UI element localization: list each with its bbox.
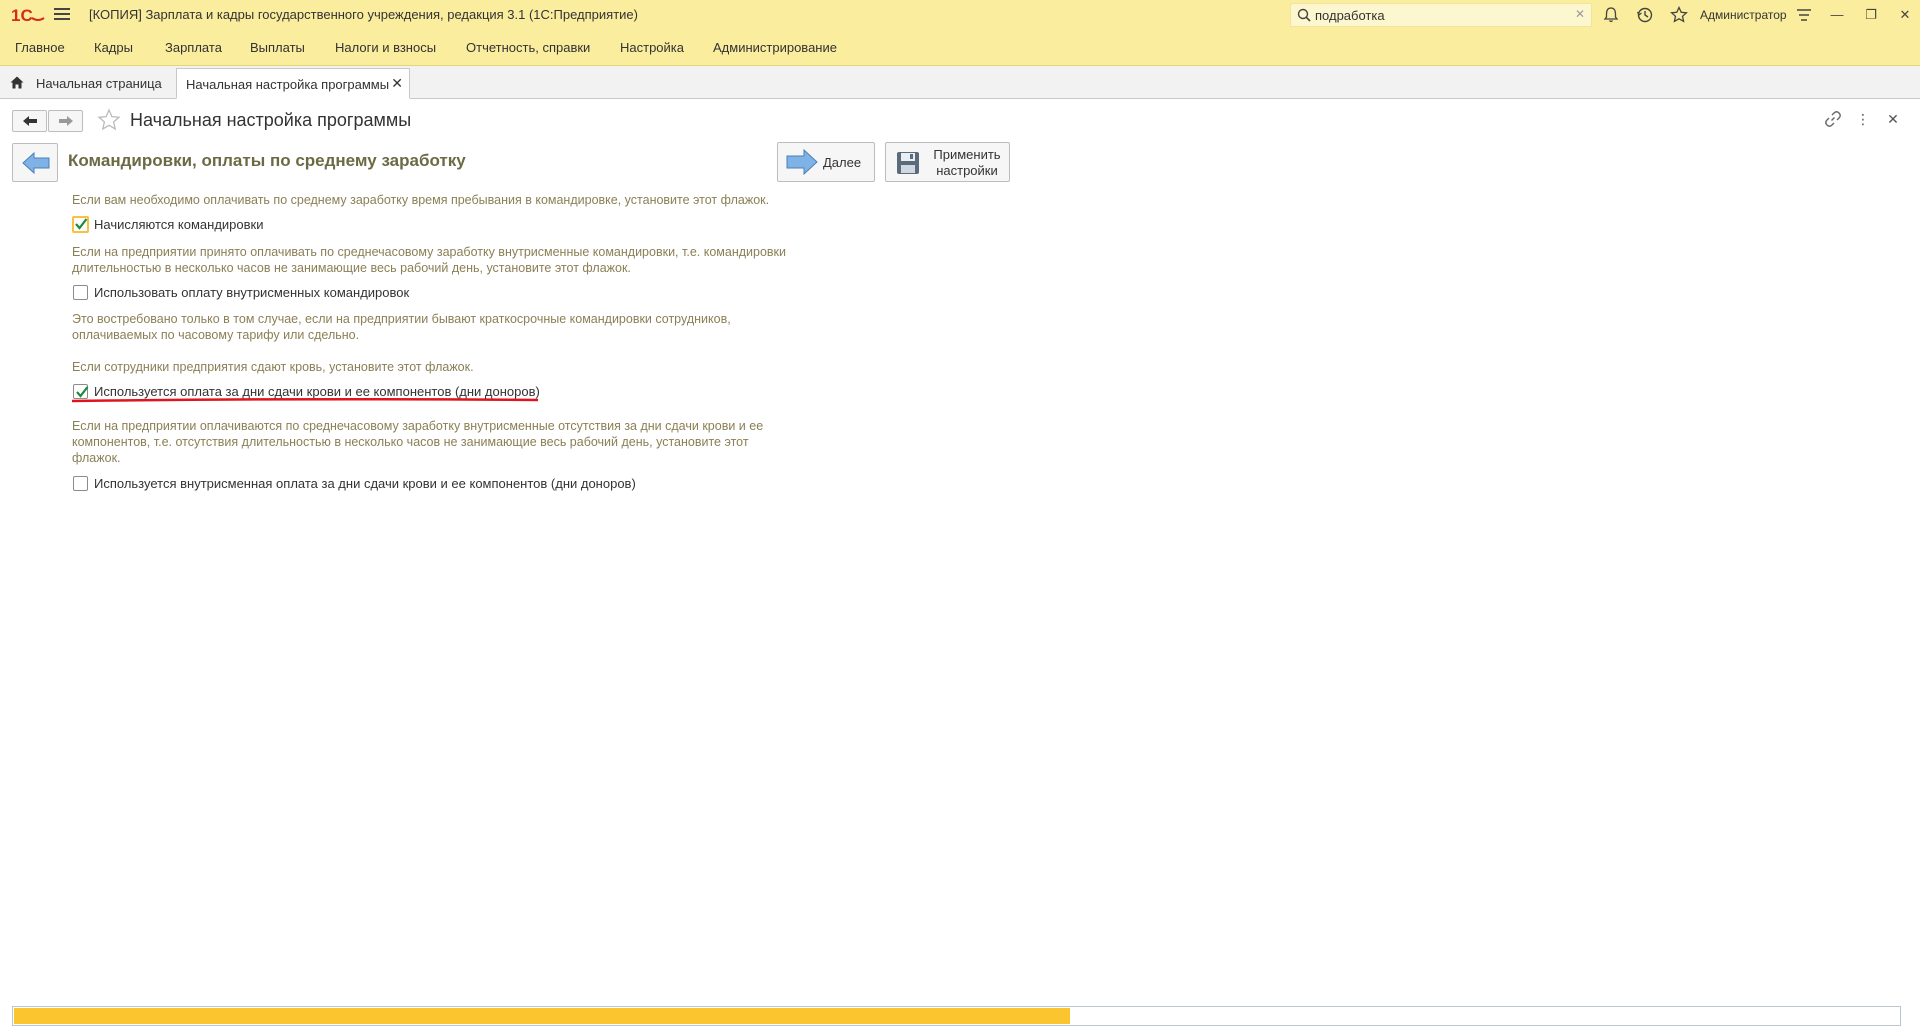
1c-logo-icon[interactable]: 1С — [11, 4, 45, 26]
previous-step-button[interactable] — [12, 143, 58, 182]
close-form-icon[interactable]: ✕ — [1884, 110, 1902, 128]
restore-icon[interactable]: ❐ — [1862, 6, 1880, 24]
checkbox-intrashift-donor-days[interactable] — [73, 476, 88, 491]
user-name[interactable]: Администратор — [1700, 8, 1787, 22]
tab-home[interactable]: Начальная страница — [0, 68, 172, 98]
apply-settings-label: Применить настройки — [933, 147, 1001, 178]
tab-initial-setup[interactable]: Начальная настройка программы ✕ — [176, 68, 410, 99]
app-title: [КОПИЯ] Зарплата и кадры государственног… — [89, 7, 638, 22]
menu-item-main[interactable]: Главное — [15, 40, 65, 55]
svg-text:1С: 1С — [11, 6, 33, 25]
hint-intrashift-donor-3: флажок. — [72, 451, 121, 465]
arrow-left-icon — [23, 116, 37, 126]
progress-bar — [12, 1006, 1901, 1026]
arrow-left-icon — [22, 152, 50, 174]
favorite-star-icon[interactable] — [97, 108, 121, 132]
link-icon[interactable] — [1824, 110, 1842, 128]
checkbox-business-trips[interactable] — [72, 216, 89, 233]
clear-icon[interactable]: ✕ — [1575, 7, 1585, 21]
apply-settings-button[interactable]: Применить настройки — [885, 142, 1010, 182]
history-icon[interactable] — [1636, 6, 1654, 24]
progress-fill — [14, 1008, 1070, 1024]
home-icon — [10, 76, 24, 89]
hint-intrashift-trips-1: Если на предприятии принято оплачивать п… — [72, 245, 786, 259]
menu-item-settings[interactable]: Настройка — [620, 40, 684, 55]
back-button[interactable] — [12, 110, 47, 132]
hint-intrashift-trips-2: длительностью в несколько часов не заним… — [72, 261, 631, 275]
minimize-icon[interactable]: — — [1828, 6, 1846, 24]
tab-initial-setup-label: Начальная настройка программы — [186, 77, 390, 92]
forward-button[interactable] — [48, 110, 83, 132]
hint-intrashift-donor-1: Если на предприятии оплачиваются по сред… — [72, 419, 764, 433]
checkbox-intrashift-trips-label[interactable]: Использовать оплату внутрисменных команд… — [94, 285, 409, 300]
page-title: Начальная настройка программы — [130, 110, 412, 130]
checkbox-intrashift-donor-days-label[interactable]: Используется внутрисменная оплата за дни… — [94, 476, 636, 491]
sections-menu: Главное Кадры Зарплата Выплаты Налоги и … — [0, 30, 1920, 66]
menu-item-taxes[interactable]: Налоги и взносы — [335, 40, 436, 55]
highlight-underline — [71, 397, 539, 403]
close-window-icon[interactable]: ✕ — [1896, 6, 1914, 24]
checkbox-business-trips-label[interactable]: Начисляются командировки — [94, 217, 264, 232]
hint-short-trips-2: оплачиваемых по часовому тарифу или сдел… — [72, 328, 360, 342]
title-bar: 1С [КОПИЯ] Зарплата и кадры государствен… — [0, 0, 1920, 30]
tab-home-label: Начальная страница — [36, 76, 162, 91]
more-actions-icon[interactable]: ⋮ — [1854, 110, 1872, 128]
menu-item-admin[interactable]: Администрирование — [713, 40, 837, 55]
arrow-right-icon — [59, 116, 73, 126]
search-input[interactable]: подработка ✕ — [1290, 3, 1592, 27]
menu-item-salary[interactable]: Зарплата — [165, 40, 222, 55]
checkmark-icon — [75, 218, 88, 230]
next-button[interactable]: Далее — [777, 142, 875, 182]
tab-bar: Начальная страница Начальная настройка п… — [0, 66, 1920, 99]
menu-item-payments[interactable]: Выплаты — [250, 40, 305, 55]
hint-short-trips-1: Это востребовано только в том случае, ес… — [72, 312, 731, 326]
main-menu-icon[interactable] — [54, 8, 70, 22]
search-value: подработка — [1315, 8, 1385, 23]
menu-item-reports[interactable]: Отчетность, справки — [466, 40, 590, 55]
settings-menu-icon[interactable] — [1795, 6, 1813, 24]
hint-blood-donation: Если сотрудники предприятия сдают кровь,… — [72, 360, 474, 374]
arrow-right-icon — [786, 149, 818, 175]
search-icon — [1297, 8, 1311, 22]
step-title: Командировки, оплаты по среднему заработ… — [68, 151, 466, 170]
save-disk-icon — [897, 152, 919, 174]
bell-icon[interactable] — [1602, 6, 1620, 24]
hint-business-trips: Если вам необходимо оплачивать по средне… — [72, 193, 770, 207]
hint-intrashift-donor-2: компонентов, т.е. отсутствия длительност… — [72, 435, 749, 449]
favorites-star-icon[interactable] — [1670, 6, 1688, 24]
next-button-label: Далее — [823, 155, 862, 170]
menu-item-hr[interactable]: Кадры — [94, 40, 133, 55]
checkbox-intrashift-trips[interactable] — [73, 285, 88, 300]
close-tab-icon[interactable]: ✕ — [391, 75, 403, 92]
